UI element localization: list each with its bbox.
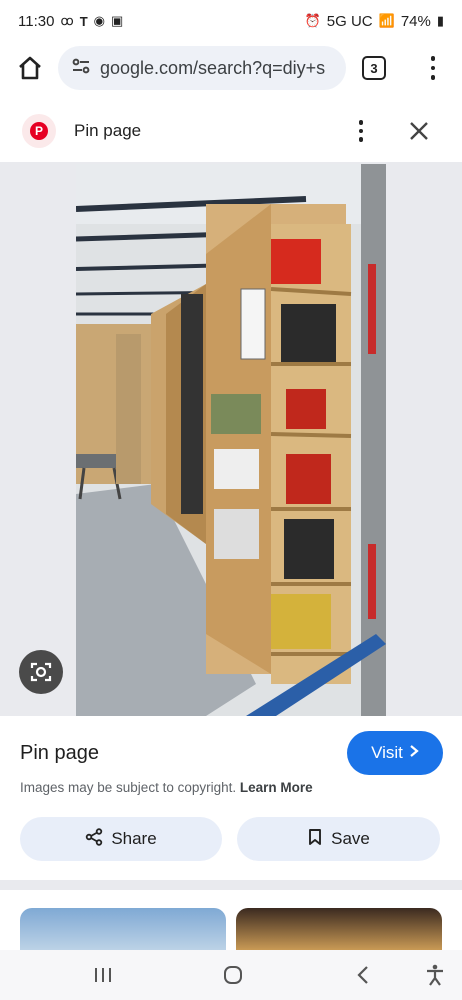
site-info-icon[interactable] — [70, 55, 92, 82]
image-viewer — [0, 162, 462, 716]
copyright-notice: Images may be subject to copyright. Lear… — [20, 780, 313, 795]
network-label: 5G UC — [326, 12, 373, 30]
tab-switcher-button[interactable]: 3 — [362, 56, 386, 80]
system-nav-bar — [0, 950, 462, 1000]
address-bar[interactable]: google.com/search?q=diy+s — [58, 46, 346, 90]
gallery-icon: ▣ — [110, 13, 124, 28]
status-bar: 11:30 ꝏ T ◉ ▣ ⏰ 5G UC 📶 74% ▮ — [0, 0, 462, 42]
voicemail-icon: ꝏ — [60, 13, 74, 28]
related-image-thumbnail[interactable] — [236, 908, 442, 950]
visit-label: Visit — [371, 743, 403, 762]
back-icon[interactable] — [348, 960, 378, 990]
learn-more-link[interactable]: Learn More — [240, 780, 313, 795]
source-title[interactable]: Pin page — [74, 121, 141, 141]
battery-label: 74% — [400, 12, 431, 30]
carrier-icon: T — [79, 13, 88, 29]
bookmark-icon — [307, 828, 323, 851]
result-info: Pin page Visit Images may be subject to … — [0, 716, 462, 880]
chevron-right-icon — [409, 743, 419, 763]
close-icon[interactable] — [406, 118, 432, 144]
recents-icon[interactable] — [88, 960, 118, 990]
status-time: 11:30 — [18, 12, 55, 30]
signal-icon: 📶 — [378, 13, 395, 28]
battery-icon: ▮ — [436, 13, 444, 28]
share-button[interactable]: Share — [20, 817, 222, 861]
save-label: Save — [331, 829, 370, 848]
browser-menu-button[interactable] — [424, 54, 442, 82]
source-header: P Pin page — [0, 100, 462, 162]
result-image[interactable] — [76, 164, 386, 716]
home-nav-icon[interactable] — [218, 960, 248, 990]
browser-toolbar: google.com/search?q=diy+s 3 — [0, 42, 462, 94]
lens-icon[interactable] — [19, 650, 63, 694]
copyright-text: Images may be subject to copyright. — [20, 780, 237, 795]
more-vert-icon[interactable] — [354, 118, 368, 144]
search-result-panel: P Pin page Pin page Visit Images may be … — [0, 100, 462, 950]
visit-button[interactable]: Visit — [347, 731, 443, 775]
share-label: Share — [111, 829, 157, 848]
accessibility-icon[interactable] — [420, 960, 450, 990]
url-text: google.com/search?q=diy+s — [100, 57, 326, 78]
related-images — [0, 890, 462, 950]
save-button[interactable]: Save — [237, 817, 440, 861]
result-title[interactable]: Pin page — [20, 742, 99, 765]
related-image-thumbnail[interactable] — [20, 908, 226, 950]
alarm-icon: ⏰ — [304, 13, 321, 28]
app-notification-icon: ◉ — [93, 13, 105, 28]
share-icon — [85, 827, 103, 851]
home-icon[interactable] — [16, 54, 44, 82]
image-preview-card: P Pin page Pin page Visit Images may be … — [0, 100, 462, 880]
pinterest-logo-icon: P — [22, 114, 56, 148]
